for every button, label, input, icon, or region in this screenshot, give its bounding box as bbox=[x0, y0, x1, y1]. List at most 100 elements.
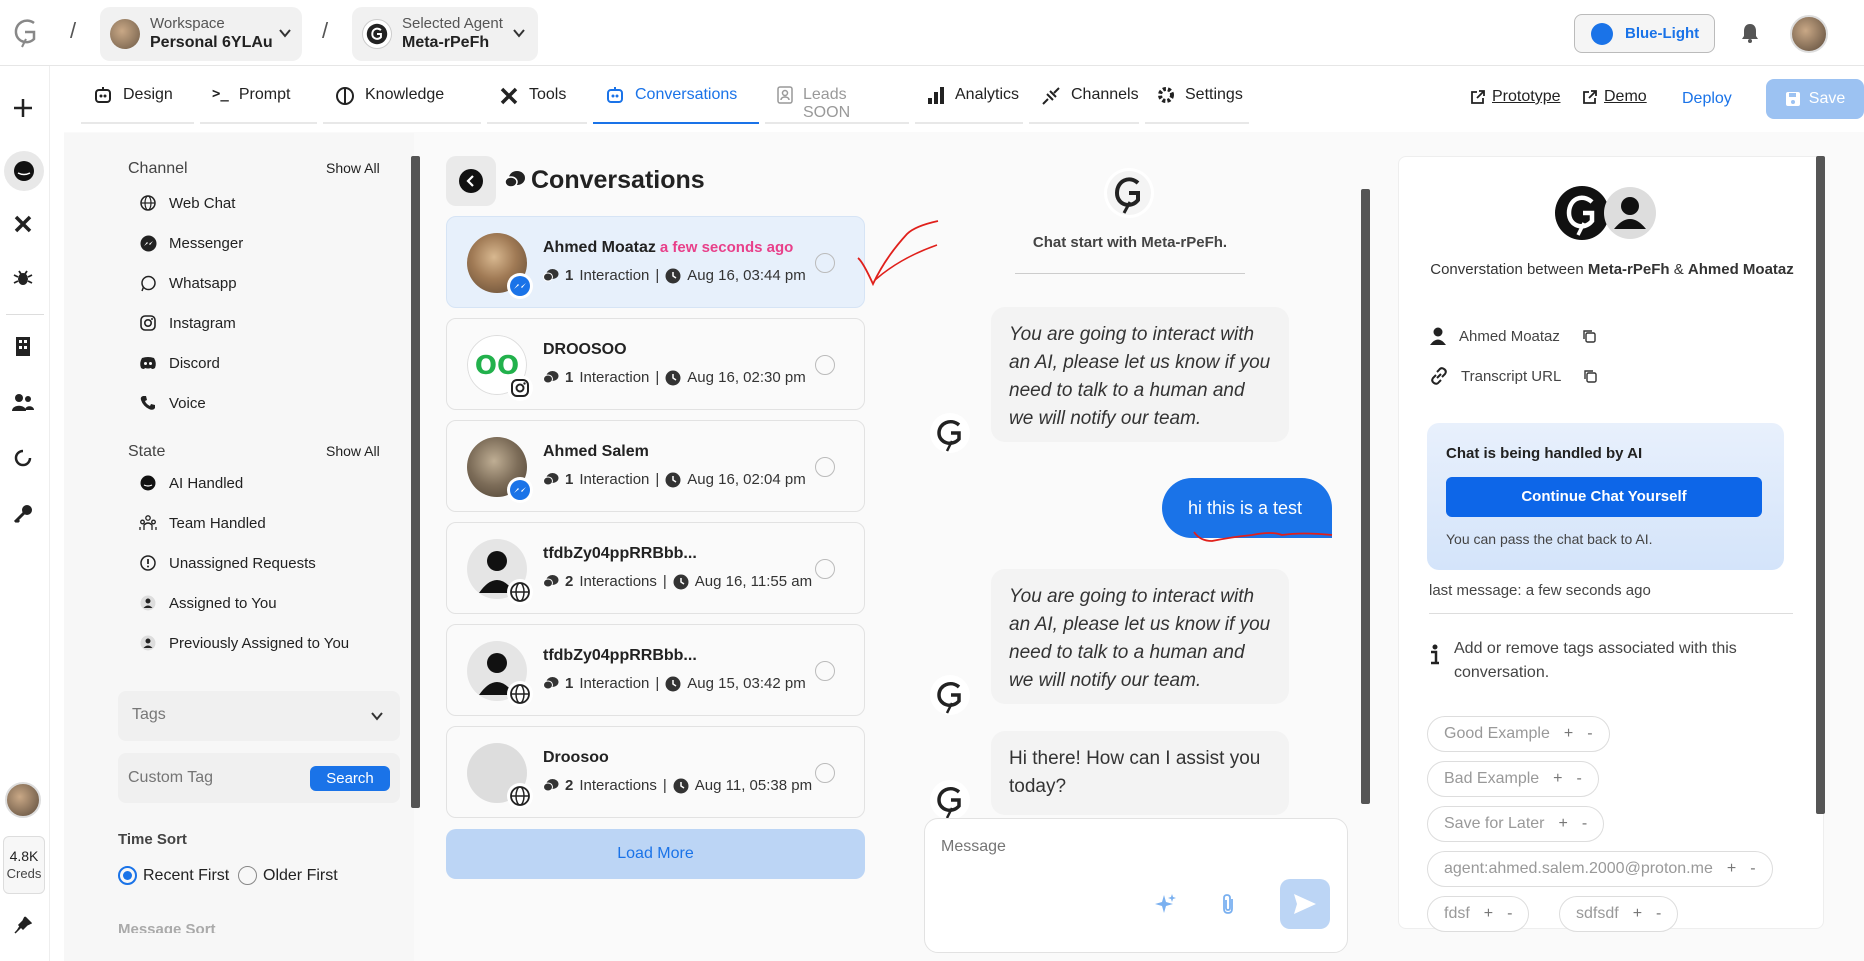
state-label: Team Handled bbox=[169, 514, 266, 532]
state-item-team-handled[interactable]: Team Handled bbox=[139, 514, 266, 532]
filter-panel: Channel Show All Web Chat Messenger What… bbox=[64, 133, 414, 961]
state-show-all[interactable]: Show All bbox=[326, 443, 380, 459]
link-icon bbox=[1429, 366, 1449, 386]
tag-remove-button[interactable]: - bbox=[1577, 770, 1582, 788]
tags-dropdown[interactable]: Tags bbox=[118, 691, 400, 741]
interaction-word: Interaction bbox=[579, 267, 650, 284]
tag-remove-button[interactable]: - bbox=[1656, 905, 1661, 923]
bell-icon[interactable] bbox=[1740, 22, 1760, 44]
tag-add-button[interactable]: + bbox=[1564, 725, 1573, 743]
state-item-unassigned[interactable]: Unassigned Requests bbox=[139, 554, 316, 572]
tab-knowledge[interactable]: Knowledge bbox=[323, 86, 481, 124]
copy-icon[interactable] bbox=[1583, 369, 1598, 383]
save-button[interactable]: Save bbox=[1766, 79, 1864, 119]
conversation-card[interactable]: Ahmed Moataz a few seconds ago 1 Interactio… bbox=[446, 216, 865, 308]
theme-toggle[interactable]: Blue-Light bbox=[1574, 14, 1715, 53]
tag-remove-button[interactable]: - bbox=[1750, 860, 1755, 878]
channel-show-all[interactable]: Show All bbox=[326, 160, 380, 176]
conversation-card[interactable]: Droosoo 2 Interactions | Aug 11, 05:38 pm bbox=[446, 726, 865, 818]
custom-tag-input[interactable] bbox=[128, 765, 298, 791]
conversation-card[interactable]: tfdbZy04ppRRBbb... 2 Interactions | Aug 16, … bbox=[446, 522, 865, 614]
select-checkbox[interactable] bbox=[815, 559, 835, 579]
plus-icon[interactable] bbox=[9, 94, 37, 122]
tab-settings[interactable]: Settings bbox=[1145, 86, 1249, 124]
state-item-ai-handled[interactable]: AI Handled bbox=[139, 474, 243, 492]
chat-scrollbar[interactable] bbox=[1361, 189, 1370, 804]
details-divider bbox=[1429, 613, 1793, 614]
deploy-button[interactable]: Deploy bbox=[1682, 90, 1732, 108]
transcript-label[interactable]: Transcript URL bbox=[1461, 368, 1561, 385]
channel-item-whatsapp[interactable]: Whatsapp bbox=[139, 274, 237, 292]
workspace-selector[interactable]: Workspace Personal 6YLAu bbox=[100, 7, 302, 61]
refresh-icon[interactable] bbox=[9, 444, 37, 472]
tab-channels[interactable]: Channels bbox=[1029, 86, 1139, 124]
channel-item-webchat[interactable]: Web Chat bbox=[139, 194, 235, 212]
tag-chip: Good Example + - bbox=[1427, 716, 1610, 752]
tools-icon[interactable] bbox=[9, 210, 37, 238]
details-scrollbar[interactable] bbox=[1816, 156, 1825, 814]
tag-add-button[interactable]: + bbox=[1727, 860, 1736, 878]
channel-label: Whatsapp bbox=[169, 274, 237, 292]
bug-icon[interactable] bbox=[9, 264, 37, 292]
bot-message: You are going to interact with an AI, pl… bbox=[991, 307, 1289, 442]
attach-icon[interactable] bbox=[1219, 893, 1237, 915]
chat-bubbles-icon bbox=[504, 170, 526, 190]
channel-item-voice[interactable]: Voice bbox=[139, 394, 206, 412]
conversation-card[interactable]: tfdbZy04ppRRBbb... 1 Interaction | Aug 15, 0… bbox=[446, 624, 865, 716]
demo-link[interactable]: Demo bbox=[1582, 88, 1647, 106]
back-button[interactable] bbox=[446, 156, 496, 206]
logo-icon[interactable] bbox=[12, 17, 40, 49]
continue-chat-button[interactable]: Continue Chat Yourself bbox=[1446, 477, 1762, 517]
prototype-link[interactable]: Prototype bbox=[1470, 88, 1560, 106]
copy-icon[interactable] bbox=[1582, 329, 1596, 343]
message-input[interactable] bbox=[941, 833, 1321, 861]
pin-icon[interactable] bbox=[9, 911, 37, 939]
state-item-previously-assigned[interactable]: Previously Assigned to You bbox=[139, 634, 349, 652]
radio-older-first[interactable]: Older First bbox=[238, 866, 338, 885]
building-icon[interactable] bbox=[9, 332, 37, 360]
tab-analytics[interactable]: Analytics bbox=[915, 86, 1023, 124]
channel-item-discord[interactable]: Discord bbox=[139, 354, 220, 372]
agent-chat-icon[interactable] bbox=[4, 151, 44, 191]
team-icon[interactable] bbox=[9, 388, 37, 416]
channel-item-messenger[interactable]: Messenger bbox=[139, 234, 243, 252]
conversation-card[interactable]: OO DROOSOO 1 Interaction | Aug 16, 02:30 pm bbox=[446, 318, 865, 410]
channel-item-instagram[interactable]: Instagram bbox=[139, 314, 236, 332]
meta-separator: | bbox=[662, 573, 667, 590]
select-checkbox[interactable] bbox=[815, 457, 835, 477]
conversation-card[interactable]: Ahmed Salem 1 Interaction | Aug 16, 02:04 pm bbox=[446, 420, 865, 512]
tag-add-button[interactable]: + bbox=[1633, 905, 1642, 923]
tag-label: fdsf bbox=[1444, 905, 1470, 922]
select-checkbox[interactable] bbox=[815, 253, 835, 273]
load-more-button[interactable]: Load More bbox=[446, 829, 865, 879]
send-button[interactable] bbox=[1280, 879, 1330, 929]
select-checkbox[interactable] bbox=[815, 355, 835, 375]
key-icon[interactable] bbox=[9, 500, 37, 528]
tag-remove-button[interactable]: - bbox=[1587, 725, 1592, 743]
tab-prompt[interactable]: >_ Prompt bbox=[200, 86, 317, 124]
tab-leads[interactable]: Leads SOON bbox=[765, 86, 909, 124]
radio-recent-first[interactable]: Recent First bbox=[118, 866, 229, 885]
select-checkbox[interactable] bbox=[815, 763, 835, 783]
tag-remove-button[interactable]: - bbox=[1507, 905, 1512, 923]
select-checkbox[interactable] bbox=[815, 661, 835, 681]
tag-add-button[interactable]: + bbox=[1553, 770, 1562, 788]
ai-handling-card: Chat is being handled by AI Continue Cha… bbox=[1427, 423, 1784, 570]
profile-avatar[interactable] bbox=[5, 782, 41, 818]
interaction-count: 1 bbox=[565, 267, 574, 284]
search-button[interactable]: Search bbox=[310, 766, 390, 791]
tag-add-button[interactable]: + bbox=[1484, 905, 1493, 923]
user-avatar[interactable] bbox=[1790, 15, 1828, 53]
tab-conversations[interactable]: Conversations bbox=[593, 86, 759, 124]
tag-add-button[interactable]: + bbox=[1559, 815, 1568, 833]
tab-label: Design bbox=[123, 86, 173, 103]
tab-design[interactable]: Design bbox=[81, 86, 194, 124]
state-item-assigned-to-you[interactable]: Assigned to You bbox=[139, 594, 277, 612]
agent-selector[interactable]: Selected Agent Meta-rPeFh bbox=[352, 7, 538, 61]
contact-card-icon bbox=[777, 86, 793, 104]
tab-tools[interactable]: Tools bbox=[487, 86, 587, 124]
tag-remove-button[interactable]: - bbox=[1582, 815, 1587, 833]
sparkle-icon[interactable] bbox=[1155, 893, 1177, 915]
filter-scrollbar[interactable] bbox=[411, 156, 420, 808]
tag-label: Bad Example bbox=[1444, 770, 1540, 787]
